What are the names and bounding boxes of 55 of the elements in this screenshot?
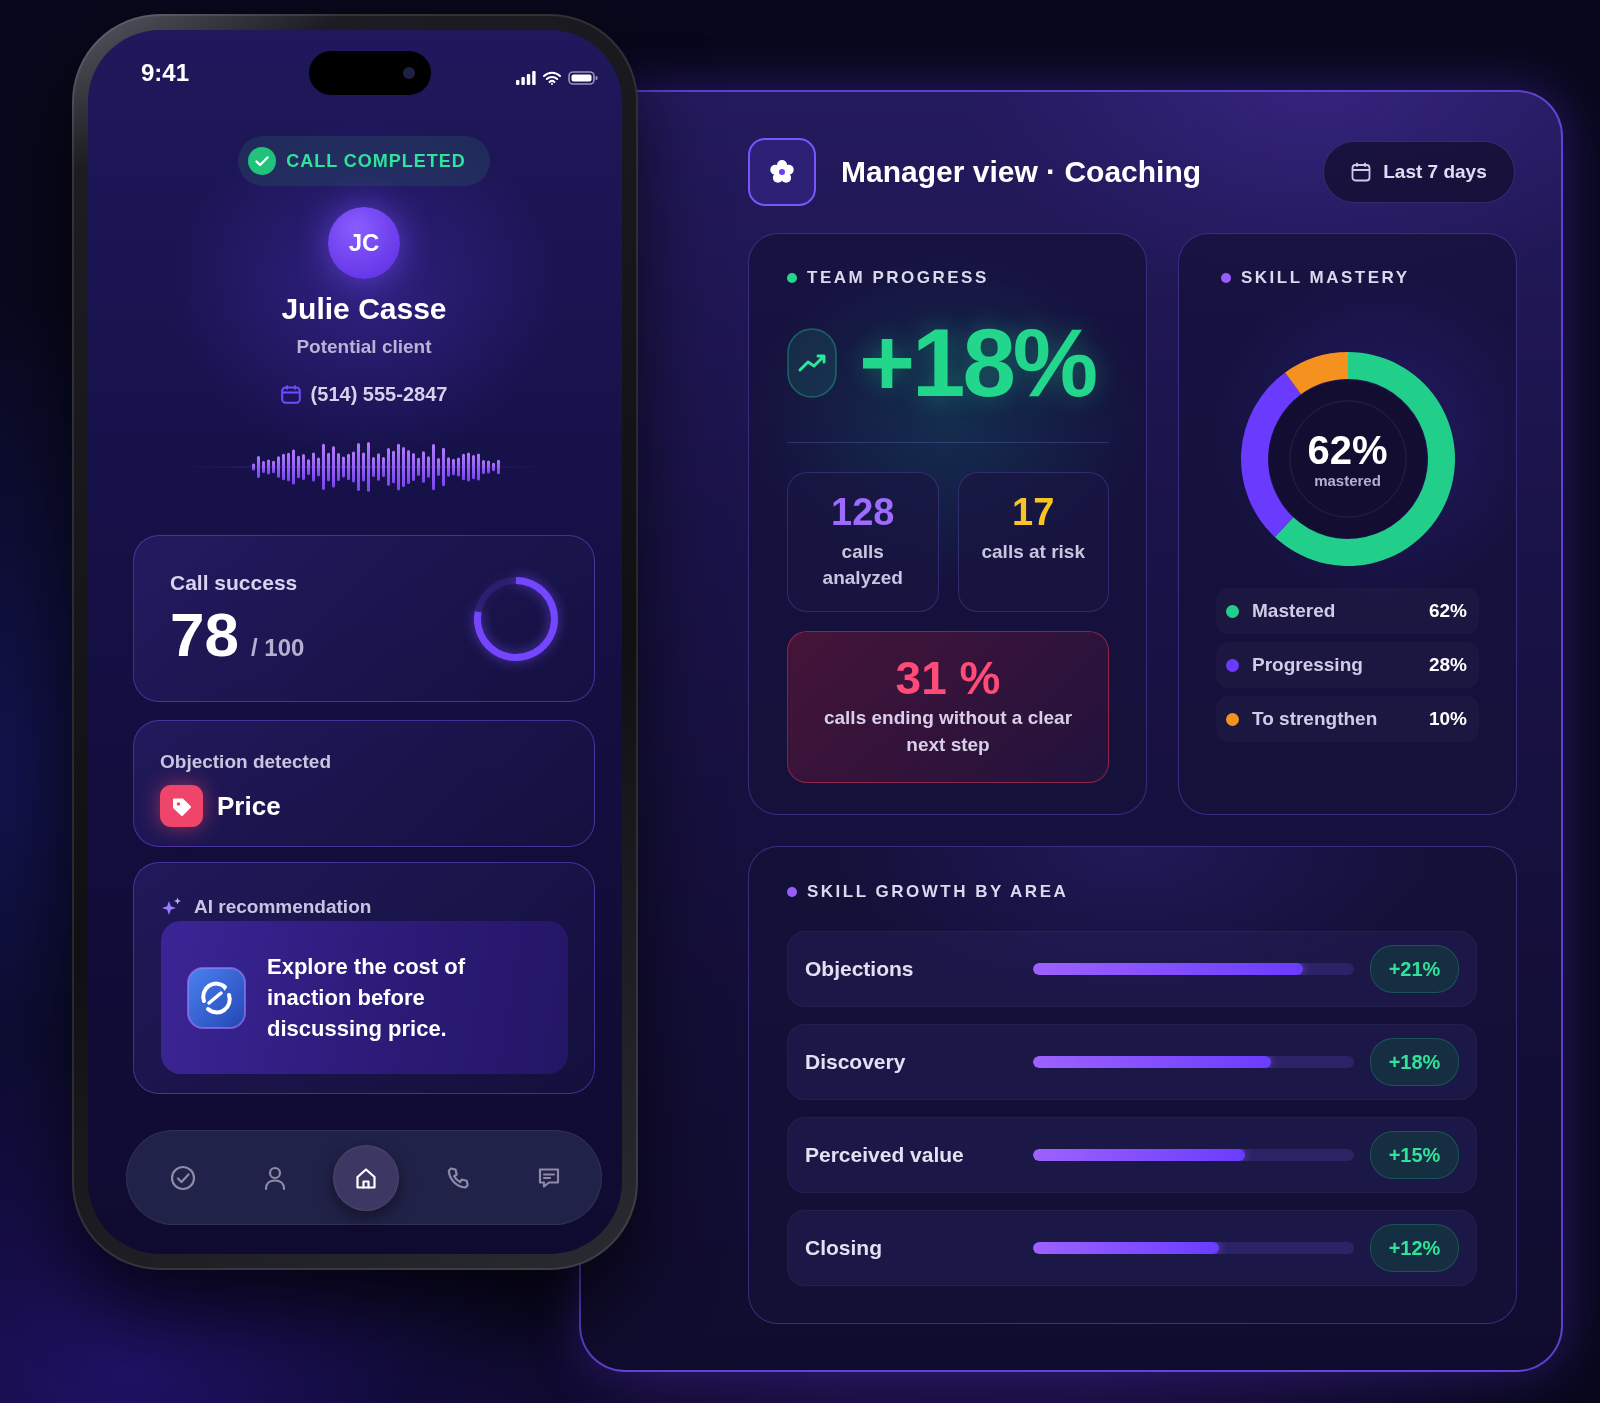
dashboard-title: Manager view · Coaching: [841, 155, 1202, 189]
call-status: CALL COMPLETED: [286, 150, 466, 172]
section-title: TEAM PROGRESS: [807, 268, 989, 288]
dot-icon: [1221, 273, 1231, 283]
card-label: AI recommendation: [194, 895, 372, 919]
status-time: 9:41: [141, 59, 190, 87]
check-icon: [248, 147, 277, 175]
skill-label: Discovery: [805, 1050, 906, 1074]
score-value: 78: [170, 601, 239, 668]
app-logo-icon: [187, 966, 246, 1029]
legend-label: Mastered: [1252, 600, 1336, 622]
skill-label: Objections: [805, 957, 914, 981]
change-badge: +15%: [1370, 1131, 1459, 1179]
legend-value: 62%: [1428, 600, 1467, 622]
legend-label: To strengthen: [1252, 708, 1378, 730]
signal-icon: [516, 71, 536, 85]
battery-icon: [568, 71, 598, 85]
change-badge: +21%: [1370, 945, 1459, 993]
tag-icon: [160, 785, 203, 827]
alert-text: calls ending without a clear next step: [822, 706, 1074, 757]
calendar-icon: [280, 384, 301, 404]
donut-center-value: 62%: [1307, 428, 1388, 472]
period-button[interactable]: Last 7 days: [1323, 141, 1515, 203]
stat-value: 17: [1012, 491, 1055, 533]
dot-icon: [787, 887, 797, 897]
wifi-icon: [543, 71, 561, 85]
legend-label: Progressing: [1252, 654, 1363, 676]
stat-label: calls at risk: [981, 540, 1085, 564]
trend-up-icon: [787, 328, 837, 398]
section-title: SKILL MASTERY: [1241, 268, 1410, 288]
section-title: SKILL GROWTH BY AREA: [807, 882, 1069, 902]
contact-role: Potential client: [296, 335, 432, 359]
calendar-icon: [1351, 162, 1372, 182]
phone-number: (514) 555-2847: [310, 382, 448, 406]
skill-label: Closing: [805, 1236, 882, 1260]
legend-value: 10%: [1428, 708, 1467, 730]
dot-icon: [787, 273, 797, 283]
skill-label: Perceived value: [805, 1143, 964, 1167]
trend-value: +18%: [859, 323, 1096, 403]
recommendation-text: Explore the cost of inaction before discussing price.: [267, 953, 467, 1043]
score-max: / 100: [250, 633, 305, 662]
contact-name: Julie Casse: [281, 291, 447, 327]
change-badge: +12%: [1370, 1224, 1459, 1272]
flower-icon: [748, 138, 816, 206]
legend-value: 28%: [1428, 654, 1467, 676]
stat-value: 128: [831, 491, 895, 533]
avatar: JC: [328, 207, 400, 279]
card-label: Objection detected: [160, 750, 332, 774]
donut-center-label: mastered: [1314, 472, 1381, 490]
stat-label: calls analyzed: [821, 540, 904, 590]
change-badge: +18%: [1370, 1038, 1459, 1086]
card-label: Call success: [170, 569, 298, 596]
objection-value: Price: [217, 790, 281, 822]
sparkle-icon: [161, 897, 182, 917]
alert-value: 31 %: [895, 652, 1001, 704]
